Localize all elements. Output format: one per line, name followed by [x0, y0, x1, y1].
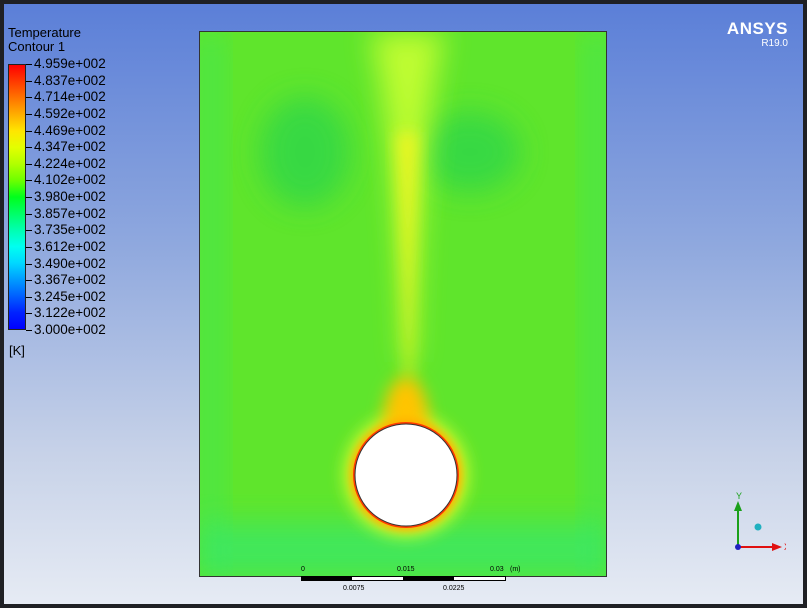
- legend-tick: [26, 197, 32, 198]
- legend-unit: [K]: [9, 343, 25, 358]
- legend-tick: [26, 330, 32, 331]
- scale-label-0: 0: [301, 566, 305, 573]
- legend-label: 4.592e+002: [34, 105, 106, 121]
- legend-label: 3.000e+002: [34, 322, 106, 337]
- legend-label: 4.959e+002: [34, 56, 106, 71]
- graphics-viewport[interactable]: Temperature Contour 1 [K] ANSYS R19.0 0 …: [4, 4, 803, 604]
- scale-bar: 0 0.015 0.03 (m) 0.0075 0.0225: [301, 564, 521, 604]
- right-vortex: [420, 112, 520, 192]
- legend-label: 3.735e+002: [34, 222, 106, 238]
- legend-tick: [26, 147, 32, 149]
- scale-label-03: 0.03: [490, 566, 504, 573]
- contour-svg: [200, 32, 606, 576]
- legend-tick: [26, 230, 32, 232]
- legend-label: 3.612e+002: [34, 238, 106, 254]
- y-axis-label: Y: [736, 491, 742, 501]
- axis-triad: Y X: [726, 487, 790, 557]
- legend-tick: [26, 163, 32, 165]
- scale-label-00075: 0.0075: [343, 585, 365, 592]
- legend-tick: [26, 80, 32, 82]
- color-bar: [8, 64, 26, 330]
- legend-label: 4.102e+002: [34, 172, 106, 188]
- legend-label: 4.714e+002: [34, 89, 106, 105]
- legend-tick: [26, 246, 32, 248]
- left-vortex: [260, 97, 350, 207]
- legend-label: 4.469e+002: [34, 122, 106, 138]
- brand-logo: ANSYS R19.0: [726, 19, 788, 50]
- scale-label-015: 0.015: [397, 566, 415, 573]
- cylinder: [354, 423, 458, 527]
- legend-label: 3.490e+002: [34, 255, 106, 271]
- legend-title: Temperature: [8, 25, 81, 40]
- brand-version: R19.0: [761, 38, 788, 49]
- legend-label: 3.857e+002: [34, 205, 106, 221]
- scale-label-00225: 0.0225: [443, 585, 465, 592]
- x-axis-arrow-icon: [772, 543, 782, 551]
- scale-label-unit: (m): [510, 566, 521, 573]
- x-axis-label: X: [784, 542, 786, 552]
- y-axis-arrow-icon: [734, 501, 742, 511]
- legend-label: 4.347e+002: [34, 139, 106, 155]
- brand-name: ANSYS: [726, 19, 788, 38]
- legend-subtitle: Contour 1: [8, 39, 66, 54]
- legend-label: 3.122e+002: [34, 305, 106, 321]
- z-axis-dot-icon: [754, 523, 762, 531]
- legend-label: 3.245e+002: [34, 288, 106, 304]
- legend-label: 4.224e+002: [34, 155, 106, 171]
- temperature-contour-plot[interactable]: [199, 31, 607, 577]
- legend-tick: [26, 180, 32, 182]
- legend-tick: [26, 213, 32, 215]
- legend-tick: [26, 64, 32, 65]
- legend-tick: [26, 263, 32, 265]
- legend-tick: [26, 97, 32, 99]
- legend-tick: [26, 313, 32, 315]
- legend-tick: [26, 296, 32, 298]
- legend-label: 4.837e+002: [34, 72, 106, 88]
- legend-tick: [26, 113, 32, 115]
- legend-tick: [26, 130, 32, 132]
- legend-label: 3.367e+002: [34, 272, 106, 288]
- legend-tick: [26, 280, 32, 282]
- legend-label: 3.980e+002: [34, 189, 106, 204]
